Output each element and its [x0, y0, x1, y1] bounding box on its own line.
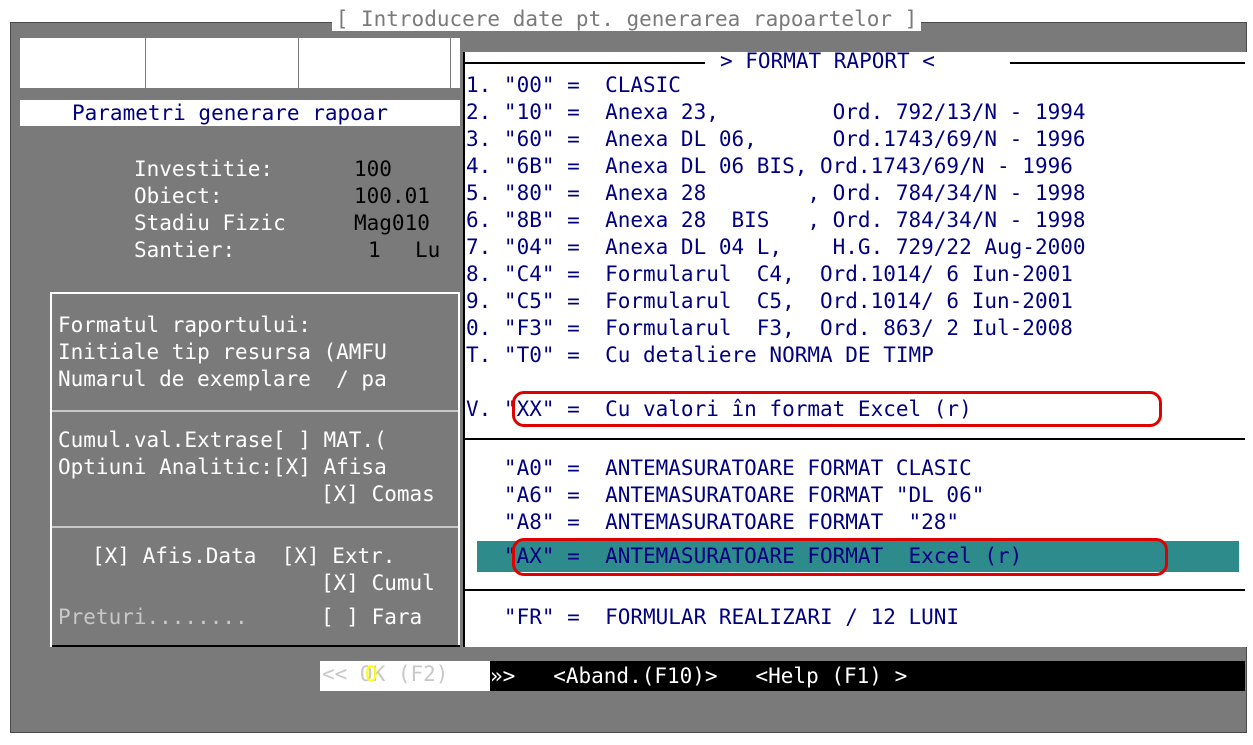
menu-item-6b[interactable]: 4. "6B" = Anexa DL 06 BIS, Ord.1743/69/N… [466, 153, 1073, 180]
menu-item-10[interactable]: 2. "10" = Anexa 23, Ord. 792/13/N - 1994 [466, 99, 1086, 126]
divider [52, 645, 460, 647]
popup-title: > FORMAT RAPORT < [720, 49, 935, 73]
field-label-obiect: Obiect: [134, 184, 223, 208]
menu-item-c5[interactable]: 9. "C5" = Formularul C5, Ord.1014/ 6 Iun… [466, 288, 1073, 315]
menu-item-a8[interactable]: "A8" = ANTEMASURATOARE FORMAT "28" [466, 509, 959, 536]
toolbar-separator [450, 38, 451, 88]
popup-divider [465, 589, 1245, 591]
optiuni-analitic-checkbox[interactable]: Optiuni Analitic:[X] Afisa [58, 454, 387, 481]
menu-item-04[interactable]: 7. "04" = Anexa DL 04 L, H.G. 729/22 Aug… [466, 234, 1086, 261]
divider [52, 410, 458, 412]
field-value-investitie[interactable]: 100 [354, 156, 392, 183]
popup-divider [465, 438, 1245, 440]
menu-item-t0[interactable]: T. "T0" = Cu detaliere NORMA DE TIMP [466, 342, 934, 369]
menu-item-a0[interactable]: "A0" = ANTEMASURATOARE FORMAT CLASIC [466, 455, 972, 482]
menu-item-80[interactable]: 5. "80" = Anexa 28 , Ord. 784/34/N - 199… [466, 180, 1086, 207]
menu-item-8b[interactable]: 6. "8B" = Anexa 28 BIS , Ord. 784/34/N -… [466, 207, 1086, 234]
popup-title-line [465, 62, 705, 64]
toolbar [20, 38, 460, 88]
field-label-santier: Santier: [134, 238, 236, 262]
ok-button-label: << OK (F2) [322, 662, 449, 686]
field-value-stadiu[interactable]: Mag010 [354, 210, 430, 237]
toolbar-separator [298, 38, 299, 88]
window-title: [ Introducere date pt. generarea rapoart… [0, 6, 1253, 33]
field-value-santier[interactable]: 1 [368, 237, 381, 264]
toolbar-separator [145, 38, 146, 88]
annotation-box-ax [512, 538, 1168, 576]
exemplare-label: Numarul de exemplare / pa [58, 367, 387, 391]
format-label: Formatul raportului: [58, 313, 311, 337]
menu-item-f3[interactable]: 0. "F3" = Formularul F3, Ord. 863/ 2 Iul… [466, 315, 1073, 342]
fara-checkbox[interactable]: [ ] Fara [321, 604, 422, 631]
cumul2-checkbox[interactable]: [X] Cumul [321, 570, 435, 597]
menu-item-c4[interactable]: 8. "C4" = Formularul C4, Ord.1014/ 6 Iun… [466, 261, 1073, 288]
section-title: Parametri generare rapoar [20, 100, 460, 126]
field-value-obiect[interactable]: 100.01 [354, 183, 430, 210]
ok-button[interactable]: << OK (F2) [320, 661, 490, 691]
menu-item-a6[interactable]: "A6" = ANTEMASURATOARE FORMAT "DL 06" [466, 482, 984, 509]
field-label-stadiu: Stadiu Fizic [134, 211, 286, 235]
cumul-checkbox[interactable]: Cumul.val.Extrase[ ] MAT.( [58, 427, 387, 454]
divider [52, 526, 458, 528]
field-extra-santier: Lu [415, 238, 441, 262]
annotation-box-xx [512, 391, 1162, 427]
popup-title-line [1010, 62, 1245, 64]
menu-item-00[interactable]: 1. "00" = CLASIC [466, 72, 681, 99]
field-label-investitie: Investitie: [134, 157, 274, 181]
other-buttons[interactable]: »> <Aband.(F10)> <Help (F1) > [490, 663, 907, 690]
menu-item-60[interactable]: 3. "60" = Anexa DL 06, Ord.1743/69/N - 1… [466, 126, 1086, 153]
afis-data-checkbox[interactable]: [X] Afis.Data [X] Extr. [92, 543, 395, 570]
menu-item-fr[interactable]: "FR" = FORMULAR REALIZARI / 12 LUNI [466, 604, 959, 631]
comas-checkbox[interactable]: [X] Comas [321, 481, 435, 508]
ok-hotkey: O [365, 662, 378, 686]
initiale-label: Initiale tip resursa (AMFU [58, 340, 387, 364]
preturi-label: Preturi........ [58, 605, 248, 629]
